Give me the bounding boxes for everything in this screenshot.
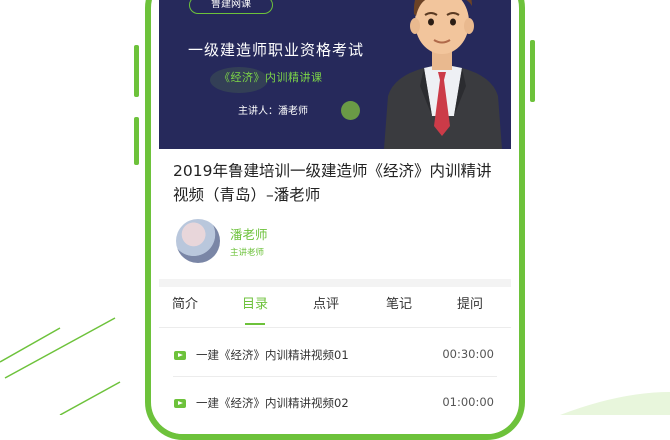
teacher-role: 主讲老师: [230, 248, 265, 258]
video-play-icon: [174, 399, 186, 408]
active-tab-indicator: [245, 323, 265, 325]
phone-volume-button: [134, 45, 139, 97]
lesson-duration: 00:30:00: [442, 347, 494, 361]
tab-catalog-label: 目录: [241, 297, 268, 312]
teacher-illustration: [384, 0, 502, 149]
tab-intro-label: 简介: [171, 297, 198, 312]
tabs-border: [159, 327, 511, 328]
teacher-avatar[interactable]: [176, 219, 220, 263]
banner-lecturer: 主讲人：潘老师: [238, 106, 308, 117]
tab-catalog[interactable]: 目录: [230, 287, 280, 327]
banner-dot: [341, 101, 360, 120]
tab-questions-label: 提问: [456, 297, 483, 312]
banner-subtitle: 《经济》内训精讲课: [219, 71, 323, 84]
teacher-name[interactable]: 潘老师: [230, 224, 268, 243]
phone-frame: 鲁建网课 一级建造师职业资格考试 《经济》内训精讲课 主讲人：潘老师 2019年…: [145, 0, 525, 440]
lesson-title: 一建《经济》内训精讲视频01: [196, 348, 349, 362]
lesson-title: 一建《经济》内训精讲视频02: [196, 396, 349, 410]
banner-title: 一级建造师职业资格考试: [188, 41, 365, 59]
tab-notes[interactable]: 笔记: [374, 287, 424, 327]
app-screen: 鲁建网课 一级建造师职业资格考试 《经济》内训精讲课 主讲人：潘老师 2019年…: [159, 0, 511, 434]
section-divider: [159, 279, 511, 287]
tab-reviews[interactable]: 点评: [301, 287, 351, 327]
list-divider: [173, 376, 497, 377]
tab-notes-label: 笔记: [385, 297, 412, 312]
lesson-item[interactable]: 一建《经济》内训精讲视频02 01:00:00: [159, 379, 511, 425]
video-play-icon: [174, 351, 186, 360]
tab-intro[interactable]: 简介: [160, 287, 210, 327]
banner-pill: 鲁建网课: [189, 0, 273, 14]
tab-reviews-label: 点评: [312, 297, 339, 312]
lesson-duration: 01:00:00: [442, 395, 494, 409]
course-banner[interactable]: 鲁建网课 一级建造师职业资格考试 《经济》内训精讲课 主讲人：潘老师: [159, 0, 511, 149]
phone-power-button: [530, 40, 535, 102]
lesson-item[interactable]: 一建《经济》内训精讲视频01 00:30:00: [159, 331, 511, 377]
tab-questions[interactable]: 提问: [445, 287, 495, 327]
course-title: 2019年鲁建培训一级建造师《经济》内训精讲视频（青岛）–潘老师: [173, 162, 492, 204]
course-tabs: 简介 目录 点评 笔记 提问: [159, 287, 511, 327]
phone-volume-button-2: [134, 117, 139, 165]
